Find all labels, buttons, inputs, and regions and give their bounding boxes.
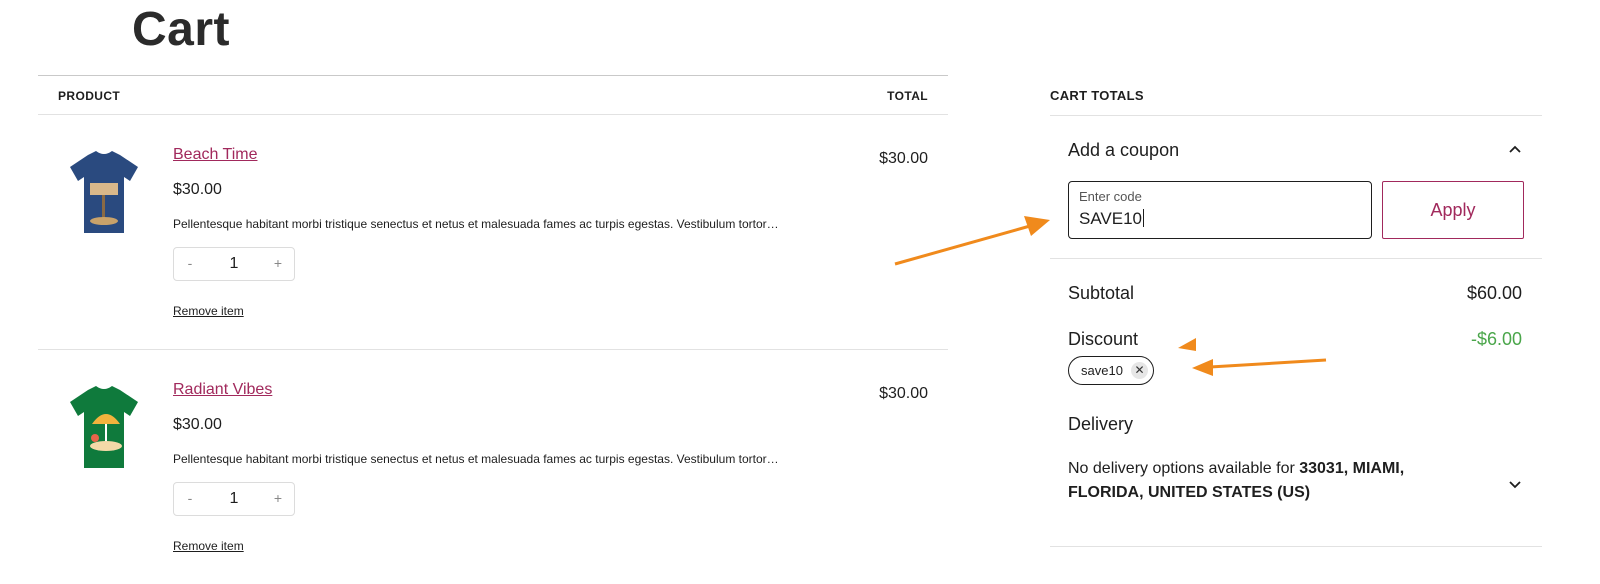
remove-item-link[interactable]: Remove item [173,304,244,318]
remove-item-link[interactable]: Remove item [173,539,244,553]
increase-quantity-button[interactable]: + [268,255,288,271]
cart-item-row: Beach Time $30.00 Pellentesque habitant … [38,115,948,350]
quantity-input[interactable]: 1 [219,490,249,508]
cart-item-row: Radiant Vibes $30.00 Pellentesque habita… [38,350,948,584]
line-total: $30.00 [879,150,928,167]
cart-totals-panel: CART TOTALS Add a coupon Enter code SAVE… [1050,75,1542,547]
applied-coupon-code: save10 [1081,363,1123,378]
line-total: $30.00 [879,385,928,402]
text-caret [1143,209,1145,227]
apply-coupon-button[interactable]: Apply [1382,181,1524,239]
product-unit-price: $30.00 [173,416,222,433]
chevron-down-icon[interactable] [1508,478,1522,492]
product-thumbnail-beach-time[interactable] [68,147,140,237]
product-unit-price: $30.00 [173,181,222,198]
page-title: Cart [132,3,231,56]
close-icon[interactable]: ✕ [1131,362,1148,379]
delivery-message: No delivery options available for 33031,… [1068,460,1405,501]
quantity-input[interactable]: 1 [219,255,249,273]
chevron-up-icon[interactable] [1508,142,1522,156]
subtotal-label: Subtotal [1068,283,1135,303]
product-name-link[interactable]: Radiant Vibes [173,381,272,399]
discount-label: Discount [1068,329,1139,349]
cart-totals-title: CART TOTALS [1050,88,1144,103]
column-header-product: PRODUCT [58,89,121,103]
cart-totals-header: CART TOTALS [1050,75,1542,116]
quantity-stepper: - 1 + [173,482,295,516]
coupon-code-input[interactable]: Enter code SAVE10 [1068,181,1372,239]
product-name-link[interactable]: Beach Time [173,146,257,164]
delivery-label: Delivery [1068,414,1134,434]
subtotal-value: $60.00 [1466,283,1522,303]
coupon-toggle[interactable]: Add a coupon [1068,140,1179,161]
totals-summary: Subtotal $60.00 Discount -$6.00 save10 ✕… [1050,259,1542,547]
coupon-field-value[interactable]: SAVE10 [1079,209,1145,229]
product-description: Pellentesque habitant morbi tristique se… [173,217,779,231]
coupon-section: Add a coupon Enter code SAVE10 Apply [1050,116,1542,259]
decrease-quantity-button[interactable]: - [180,255,200,271]
table-header: PRODUCT TOTAL [38,75,948,115]
decrease-quantity-button[interactable]: - [180,490,200,506]
discount-value: -$6.00 [1470,329,1522,349]
coupon-field-label: Enter code [1079,189,1142,204]
quantity-stepper: - 1 + [173,247,295,281]
product-thumbnail-radiant-vibes[interactable] [68,382,140,472]
product-description: Pellentesque habitant morbi tristique se… [173,452,779,466]
increase-quantity-button[interactable]: + [268,490,288,506]
cart-items-table: PRODUCT TOTAL Beach Time $30.00 Pellente… [38,75,948,584]
column-header-total: TOTAL [887,89,928,103]
applied-coupon-chip: save10 ✕ [1068,356,1154,385]
